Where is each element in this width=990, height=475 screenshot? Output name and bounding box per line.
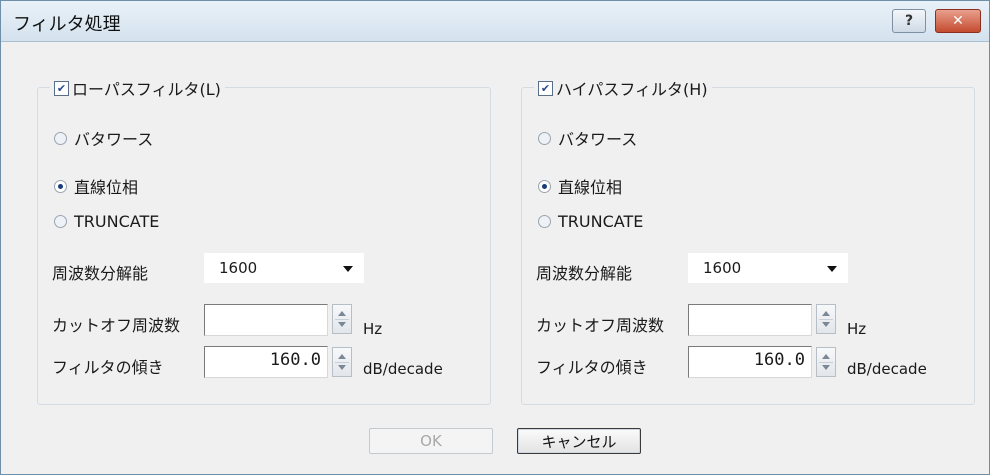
radio-icon[interactable]	[54, 215, 67, 228]
spin-down-icon[interactable]	[338, 365, 346, 370]
radio-label: バタワース	[74, 130, 154, 149]
highpass-radio-butterworth[interactable]: バタワース	[538, 126, 637, 150]
highpass-radio-linear-phase[interactable]: 直線位相	[538, 174, 622, 198]
cancel-button[interactable]: キャンセル	[517, 428, 641, 454]
lowpass-cutoff-unit: Hz	[363, 320, 383, 338]
title-bar: フィルタ処理 ? ✕	[1, 1, 989, 42]
spin-up-icon[interactable]	[822, 311, 830, 316]
highpass-freq-resolution-label: 周波数分解能	[536, 264, 633, 283]
highpass-cutoff-label: カットオフ周波数	[536, 316, 665, 335]
spin-down-icon[interactable]	[338, 322, 346, 327]
spin-divider	[819, 362, 833, 363]
highpass-label: ハイパスフィルタ(H)	[556, 80, 708, 99]
lowpass-cutoff-spinner[interactable]	[332, 304, 352, 334]
lowpass-checkbox-row[interactable]: ✔ ローパスフィルタ(L)	[50, 76, 225, 100]
highpass-freq-resolution-select[interactable]: 1600	[688, 253, 848, 283]
spin-up-icon[interactable]	[822, 354, 830, 359]
highpass-radio-truncate[interactable]: TRUNCATE	[538, 212, 643, 231]
ok-button[interactable]: OK	[369, 428, 493, 454]
highpass-slope-spinner[interactable]	[816, 347, 836, 377]
highpass-checkbox[interactable]: ✔	[538, 80, 553, 96]
spin-divider	[819, 319, 833, 320]
check-icon: ✔	[540, 81, 551, 95]
window-title: フィルタ処理	[13, 14, 121, 35]
lowpass-cutoff-label: カットオフ周波数	[52, 316, 181, 335]
highpass-slope-label: フィルタの傾き	[536, 358, 648, 377]
radio-icon[interactable]	[538, 131, 551, 145]
highpass-cutoff-spinner[interactable]	[816, 304, 836, 334]
highpass-slope-unit: dB/decade	[847, 360, 927, 378]
lowpass-cutoff-input[interactable]	[204, 304, 328, 336]
radio-selected-icon[interactable]	[54, 179, 67, 193]
radio-label: 直線位相	[74, 178, 139, 197]
lowpass-checkbox[interactable]: ✔	[54, 80, 69, 96]
lowpass-radio-butterworth[interactable]: バタワース	[54, 126, 153, 150]
lowpass-radio-truncate[interactable]: TRUNCATE	[54, 212, 159, 231]
radio-icon[interactable]	[54, 131, 67, 145]
check-icon: ✔	[56, 81, 67, 95]
select-value: 1600	[703, 259, 742, 277]
radio-label: TRUNCATE	[74, 212, 160, 231]
lowpass-radio-linear-phase[interactable]: 直線位相	[54, 174, 138, 198]
spin-divider	[335, 362, 349, 363]
highpass-cutoff-unit: Hz	[847, 320, 867, 338]
filter-dialog: フィルタ処理 ? ✕ ✔ ローパスフィルタ(L) バタワース 直線位相 TRUN…	[0, 0, 990, 475]
radio-label: TRUNCATE	[558, 212, 644, 231]
help-button[interactable]: ?	[892, 9, 926, 33]
lowpass-slope-unit: dB/decade	[363, 360, 443, 378]
chevron-down-icon[interactable]	[343, 266, 353, 272]
chevron-down-icon[interactable]	[827, 266, 837, 272]
spin-up-icon[interactable]	[338, 354, 346, 359]
radio-icon[interactable]	[538, 215, 551, 228]
lowpass-group: ✔ ローパスフィルタ(L) バタワース 直線位相 TRUNCATE 周波数分解能…	[37, 76, 491, 405]
lowpass-slope-label: フィルタの傾き	[52, 358, 164, 377]
lowpass-label: ローパスフィルタ(L)	[72, 80, 221, 99]
radio-label: バタワース	[558, 130, 638, 149]
highpass-slope-input[interactable]: 160.0	[688, 346, 812, 378]
radio-label: 直線位相	[558, 178, 623, 197]
spin-down-icon[interactable]	[822, 322, 830, 327]
highpass-checkbox-row[interactable]: ✔ ハイパスフィルタ(H)	[534, 76, 712, 100]
lowpass-slope-spinner[interactable]	[332, 347, 352, 377]
highpass-group: ✔ ハイパスフィルタ(H) バタワース 直線位相 TRUNCATE 周波数分解能…	[521, 76, 975, 405]
highpass-cutoff-input[interactable]	[688, 304, 812, 336]
lowpass-freq-resolution-label: 周波数分解能	[52, 264, 149, 283]
spin-up-icon[interactable]	[338, 311, 346, 316]
radio-selected-icon[interactable]	[538, 179, 551, 193]
spin-down-icon[interactable]	[822, 365, 830, 370]
lowpass-freq-resolution-select[interactable]: 1600	[204, 253, 364, 283]
spin-divider	[335, 319, 349, 320]
select-value: 1600	[219, 259, 258, 277]
lowpass-slope-input[interactable]: 160.0	[204, 346, 328, 378]
close-button[interactable]: ✕	[935, 9, 981, 33]
